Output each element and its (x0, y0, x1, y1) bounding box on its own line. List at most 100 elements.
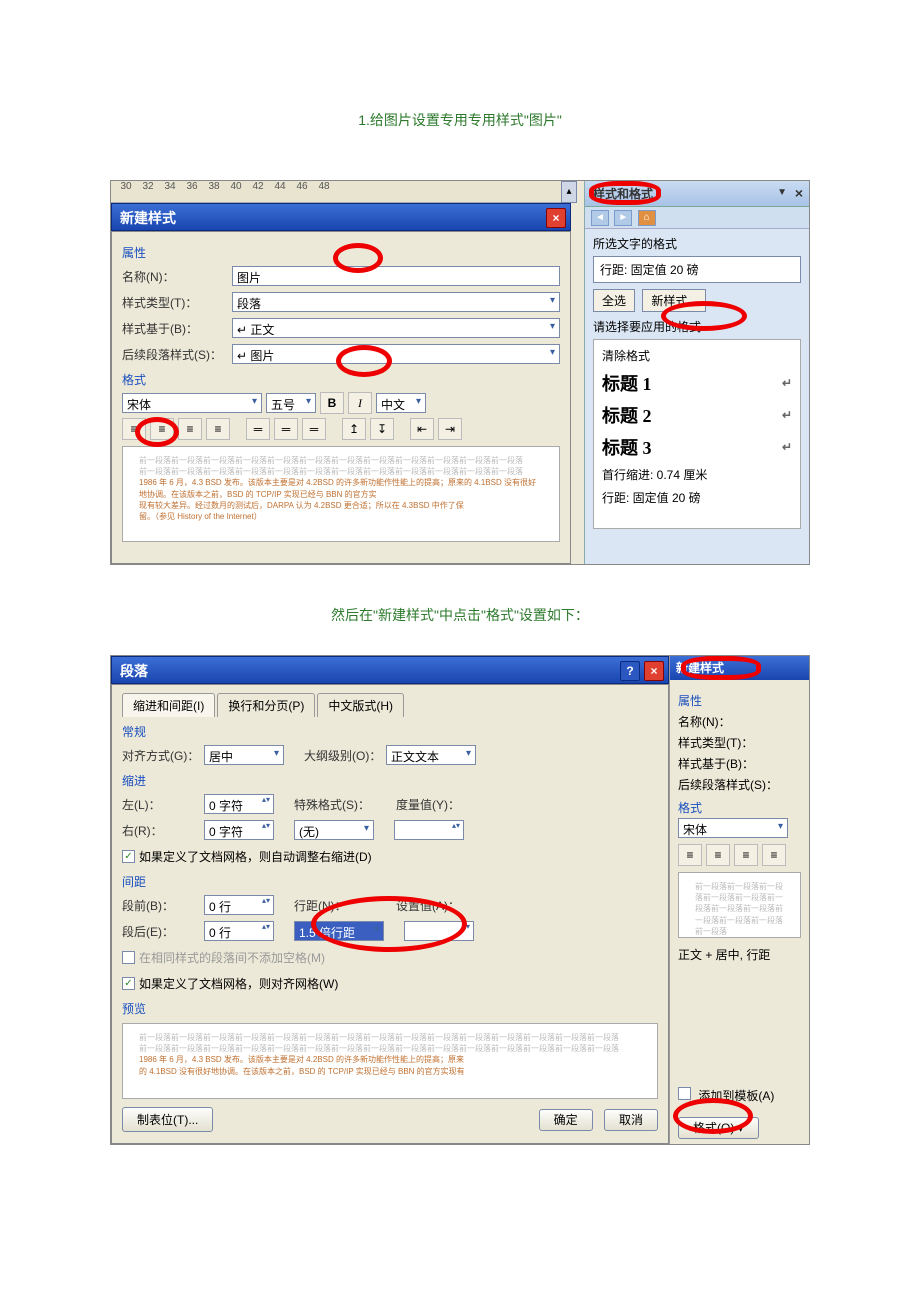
size-dropdown[interactable]: 五号 (266, 393, 316, 413)
format-button[interactable]: 格式(O) ▾ (678, 1117, 759, 1139)
help-icon[interactable]: ? (620, 661, 640, 681)
frag-align-center-icon[interactable]: ≡ (706, 844, 730, 866)
dialog-titlebar: 新建样式 × (111, 203, 571, 231)
linespacing-2-icon[interactable]: ═ (302, 418, 326, 440)
left-indent-spinner[interactable]: 0 字符 (204, 794, 274, 814)
tab-chinese[interactable]: 中文版式(H) (317, 693, 404, 717)
nav-home-icon[interactable]: ⌂ (638, 210, 656, 226)
no-space-same-style-checkbox[interactable] (122, 951, 135, 964)
auto-adjust-label: 如果定义了文档网格，则自动调整右缩进(D) (139, 848, 372, 865)
style-item-heading3[interactable]: 标题 3↵ (600, 431, 794, 463)
add-template-checkbox[interactable] (678, 1087, 691, 1100)
align-right-icon[interactable]: ≡ (178, 418, 202, 440)
linespacing-1.5-icon[interactable]: ═ (274, 418, 298, 440)
special-dropdown[interactable]: (无) (294, 820, 374, 840)
tab-indent-spacing[interactable]: 缩进和间距(I) (122, 693, 215, 717)
fragment-title: 新建样式 (670, 656, 809, 680)
pane-title: 样式和格式 ▼ × (585, 181, 809, 207)
style-item-heading1[interactable]: 标题 1↵ (600, 367, 794, 399)
ruler: 30323436384042444648 (111, 181, 569, 203)
outdent-icon[interactable]: ⇤ (410, 418, 434, 440)
frag-align-justify-icon[interactable]: ≡ (762, 844, 786, 866)
based-on-dropdown[interactable]: ↵ 正文 (232, 318, 560, 338)
nav-fwd-icon[interactable]: ► (614, 210, 632, 226)
nav-back-icon[interactable]: ◄ (591, 210, 609, 226)
style-list: 清除格式 标题 1↵ 标题 2↵ 标题 3↵ 首行缩进: 0.74 厘米 行距:… (593, 339, 801, 529)
frag-font-dropdown[interactable]: 宋体 (678, 818, 788, 838)
snap-grid-checkbox[interactable]: ✓ (122, 977, 135, 990)
snap-grid-label: 如果定义了文档网格，则对齐网格(W) (139, 975, 338, 992)
close-icon[interactable]: × (644, 661, 664, 681)
name-input[interactable]: 图片 (232, 266, 560, 286)
outline-dropdown[interactable]: 正文文本 (386, 745, 476, 765)
tab-line-page[interactable]: 换行和分页(P) (217, 693, 315, 717)
align-left-icon[interactable]: ≡ (122, 418, 146, 440)
caption-2: 然后在"新建样式"中点击"格式"设置如下： (0, 605, 920, 625)
selected-format-box: 行距: 固定值 20 磅 (593, 256, 801, 283)
space-before-label: 段前(B)： (122, 897, 204, 914)
style-preview: 前一段落前一段落前一段落前一段落前一段落前一段落前一段落前一段落前一段落前一段落… (122, 446, 560, 542)
frag-summary: 正文 + 居中, 行距 (678, 946, 801, 963)
based-on-label: 样式基于(B)： (122, 320, 232, 337)
section-preview: 预览 (122, 1000, 658, 1017)
bold-button[interactable]: B (320, 392, 344, 414)
auto-adjust-checkbox[interactable]: ✓ (122, 850, 135, 863)
indent-icon[interactable]: ⇥ (438, 418, 462, 440)
pane-close-icon[interactable]: × (795, 185, 803, 201)
italic-button[interactable]: I (348, 392, 372, 414)
new-style-button[interactable]: 新样式... (642, 289, 706, 312)
frag-follow-label: 后续段落样式(S)： (678, 776, 801, 793)
caption-1: 1.给图片设置专用专用样式"图片" (0, 110, 920, 130)
selected-format-label: 所选文字的格式 (593, 235, 801, 252)
name-label: 名称(N)： (122, 268, 232, 285)
space-before-icon[interactable]: ↥ (342, 418, 366, 440)
frag-align-right-icon[interactable]: ≡ (734, 844, 758, 866)
scroll-up-icon[interactable]: ▴ (561, 181, 577, 203)
add-template-label: 添加到模板(A) (698, 1089, 774, 1103)
dialog-title: 新建样式 (120, 210, 176, 226)
cancel-button[interactable]: 取消 (604, 1109, 658, 1131)
space-after-spinner[interactable]: 0 行 (204, 921, 274, 941)
alignment-label: 对齐方式(G)： (122, 747, 204, 764)
section-properties: 属性 (122, 244, 560, 261)
paragraph-titlebar: 段落 ? × (111, 656, 669, 684)
choose-format-label: 请选择要应用的格式 (593, 318, 801, 335)
frag-based-label: 样式基于(B)： (678, 755, 801, 772)
measure-spinner[interactable] (394, 820, 464, 840)
close-icon[interactable]: × (546, 208, 566, 228)
space-after-icon[interactable]: ↧ (370, 418, 394, 440)
following-label: 后续段落样式(S)： (122, 346, 232, 363)
setvalue-spinner[interactable] (404, 921, 474, 941)
screenshot-2: 段落 ? × 缩进和间距(I) 换行和分页(P) 中文版式(H) 常规 对齐方式… (110, 655, 810, 1145)
screenshot-1: 30323436384042444648 ▴ 新建样式 × 属性 名称(N)： … (110, 180, 810, 565)
new-style-dialog: 属性 名称(N)： 图片 样式类型(T)： 段落 样式基于(B)： ↵ 正文 后… (111, 231, 571, 564)
section-spacing: 间距 (122, 873, 658, 890)
style-item-heading2[interactable]: 标题 2↵ (600, 399, 794, 431)
style-item-clear[interactable]: 清除格式 (600, 344, 794, 367)
style-item-linespacing[interactable]: 行距: 固定值 20 磅 (600, 486, 794, 509)
linespacing-1-icon[interactable]: ═ (246, 418, 270, 440)
style-item-indent[interactable]: 首行缩进: 0.74 厘米 (600, 463, 794, 486)
alignment-dropdown[interactable]: 居中 (204, 745, 284, 765)
pane-dropdown-icon[interactable]: ▼ (777, 187, 787, 198)
linespacing-label: 行距(N)： (294, 897, 376, 914)
right-indent-spinner[interactable]: 0 字符 (204, 820, 274, 840)
space-before-spinner[interactable]: 0 行 (204, 895, 274, 915)
type-dropdown[interactable]: 段落 (232, 292, 560, 312)
select-all-button[interactable]: 全选 (593, 289, 635, 312)
section-format: 格式 (122, 371, 560, 388)
styles-task-pane: 样式和格式 ▼ × ◄ ► ⌂ 所选文字的格式 行距: 固定值 20 磅 全选 … (584, 181, 809, 564)
left-indent-label: 左(L)： (122, 796, 204, 813)
align-justify-icon[interactable]: ≡ (206, 418, 230, 440)
linespacing-dropdown[interactable]: 1.5 倍行距 (294, 921, 384, 941)
lang-dropdown[interactable]: 中文 (376, 393, 426, 413)
font-dropdown[interactable]: 宋体 (122, 393, 262, 413)
tabs-button[interactable]: 制表位(T)... (122, 1107, 213, 1132)
paragraph-title: 段落 (120, 663, 148, 679)
frag-align-left-icon[interactable]: ≡ (678, 844, 702, 866)
following-dropdown[interactable]: ↵ 图片 (232, 344, 560, 364)
align-center-icon[interactable]: ≡ (150, 418, 174, 440)
right-indent-label: 右(R)： (122, 822, 204, 839)
ok-button[interactable]: 确定 (539, 1109, 593, 1131)
tab-row: 缩进和间距(I) 换行和分页(P) 中文版式(H) (122, 693, 658, 717)
